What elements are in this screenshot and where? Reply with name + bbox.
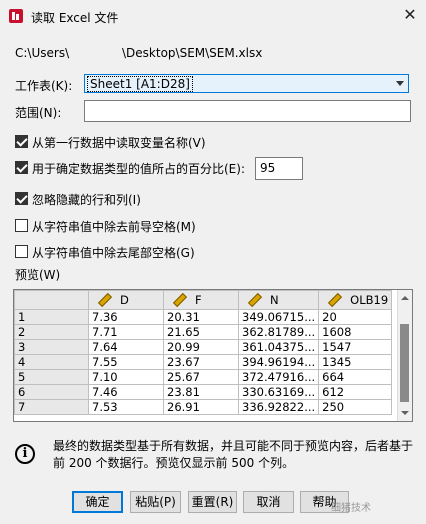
cell: 372.47916... [237, 369, 320, 385]
percent-input[interactable]: 95 [255, 157, 303, 180]
checkbox-checked[interactable] [15, 135, 28, 148]
cell: 7.55 [88, 354, 164, 370]
title-bar: 读取 Excel 文件 ✕ [0, 0, 426, 32]
cell: 664 [318, 369, 393, 385]
table-row: 3 7.64 20.99 361.04375... 1547 [14, 339, 393, 355]
table-row: 6 7.46 23.81 330.63169... 612 [14, 384, 393, 400]
info-message: 最终的数据类型基于所有数据，并且可能不同于预览内容，后者基于前 200 个数据行… [53, 439, 414, 470]
paste-button[interactable]: 粘贴(P) [130, 491, 181, 513]
cell: 7.46 [88, 384, 164, 400]
cell: 349.06715... [237, 309, 320, 325]
cell: 23.81 [163, 384, 239, 400]
checkbox-unchecked[interactable] [15, 219, 28, 232]
cell: 330.63169... [237, 384, 320, 400]
table-row: 1 7.36 20.31 349.06715... 20 [14, 309, 393, 325]
cell: 20.31 [163, 309, 239, 325]
cell: 361.04375... [237, 339, 320, 355]
option-label: 用于确定数据类型的值所占的百分比(E): [32, 162, 245, 176]
table-row: 4 7.55 23.67 394.96194... 1345 [14, 354, 393, 370]
sheet-dropdown-value: Sheet1 [A1:D28] [87, 76, 193, 92]
cell: 23.67 [163, 354, 239, 370]
table-row: 2 7.71 21.65 362.81789... 1608 [14, 324, 393, 340]
file-path-suffix: \Desktop\SEM\SEM.xlsx [122, 46, 263, 60]
cell: 612 [318, 384, 393, 400]
option-label: 忽略隐藏的行和列(I) [32, 193, 141, 207]
cell: 7.64 [88, 339, 164, 355]
cell: 7.53 [88, 399, 164, 415]
range-label: 范围(N): [15, 106, 62, 120]
cell: 336.92822... [237, 399, 320, 415]
row-number: 1 [14, 309, 89, 325]
watermark: 细猪技术 [331, 503, 371, 514]
column-header[interactable]: N [237, 290, 320, 310]
row-number: 5 [14, 369, 89, 385]
scale-icon [97, 292, 113, 307]
cell: 7.71 [88, 324, 164, 340]
table-row: 7 7.53 26.91 336.92822... 250 [14, 399, 393, 415]
cell: 25.67 [163, 369, 239, 385]
cell: 250 [318, 399, 393, 415]
corner-cell [14, 290, 89, 310]
cell: 394.96194... [237, 354, 320, 370]
cell: 7.10 [88, 369, 164, 385]
vertical-scrollbar[interactable] [397, 290, 412, 421]
cell: 7.36 [88, 309, 164, 325]
option-label: 从第一行数据中读取变量名称(V) [32, 136, 206, 150]
cell: 26.91 [163, 399, 239, 415]
table-row: 5 7.10 25.67 372.47916... 664 [14, 369, 393, 385]
column-header[interactable]: D [88, 290, 164, 310]
option-label: 从字符串值中除去尾部空格(G) [32, 246, 195, 260]
column-header[interactable]: F [163, 290, 239, 310]
scale-icon [247, 292, 263, 307]
row-number: 2 [14, 324, 89, 340]
spss-app-icon [9, 9, 23, 23]
scroll-down-icon[interactable] [401, 411, 409, 415]
preview-grid[interactable]: D F N OLB19 1 7.36 20.31 349.06715... 20 2 7.… [13, 289, 413, 422]
cancel-button[interactable]: 取消 [243, 491, 294, 513]
range-input[interactable] [84, 100, 411, 122]
row-number: 7 [14, 399, 89, 415]
ok-button[interactable]: 确定 [72, 491, 123, 513]
row-number: 4 [14, 354, 89, 370]
preview-table: D F N OLB19 1 7.36 20.31 349.06715... 20 2 7.… [14, 290, 393, 415]
sheet-label: 工作表(K): [15, 79, 73, 93]
scale-icon [172, 292, 188, 307]
close-icon[interactable]: ✕ [400, 5, 420, 25]
cell: 1345 [318, 354, 393, 370]
cell: 21.65 [163, 324, 239, 340]
checkbox-unchecked[interactable] [15, 245, 28, 258]
reset-button[interactable]: 重置(R) [188, 491, 237, 513]
row-number: 3 [14, 339, 89, 355]
header-row: D F N OLB19 [14, 290, 393, 310]
scroll-thumb[interactable] [400, 324, 409, 402]
window-title: 读取 Excel 文件 [31, 11, 119, 25]
option-label: 从字符串值中除去前导空格(M) [32, 220, 196, 234]
checkbox-checked[interactable] [15, 161, 28, 174]
sheet-dropdown[interactable]: Sheet1 [A1:D28] [84, 74, 409, 93]
preview-label: 预览(W) [15, 268, 61, 282]
file-path-prefix: C:\Users\ [15, 46, 70, 60]
cell: 20.99 [163, 339, 239, 355]
cell: 362.81789... [237, 324, 320, 340]
cell: 1547 [318, 339, 393, 355]
info-icon: i [15, 444, 35, 464]
checkbox-checked[interactable] [15, 192, 28, 205]
column-header[interactable]: OLB19 [318, 290, 393, 310]
cell: 20 [318, 309, 393, 325]
scale-icon [328, 292, 343, 307]
scroll-up-icon[interactable] [401, 296, 409, 300]
chevron-down-icon [396, 81, 404, 86]
row-number: 6 [14, 384, 89, 400]
cell: 1608 [318, 324, 393, 340]
